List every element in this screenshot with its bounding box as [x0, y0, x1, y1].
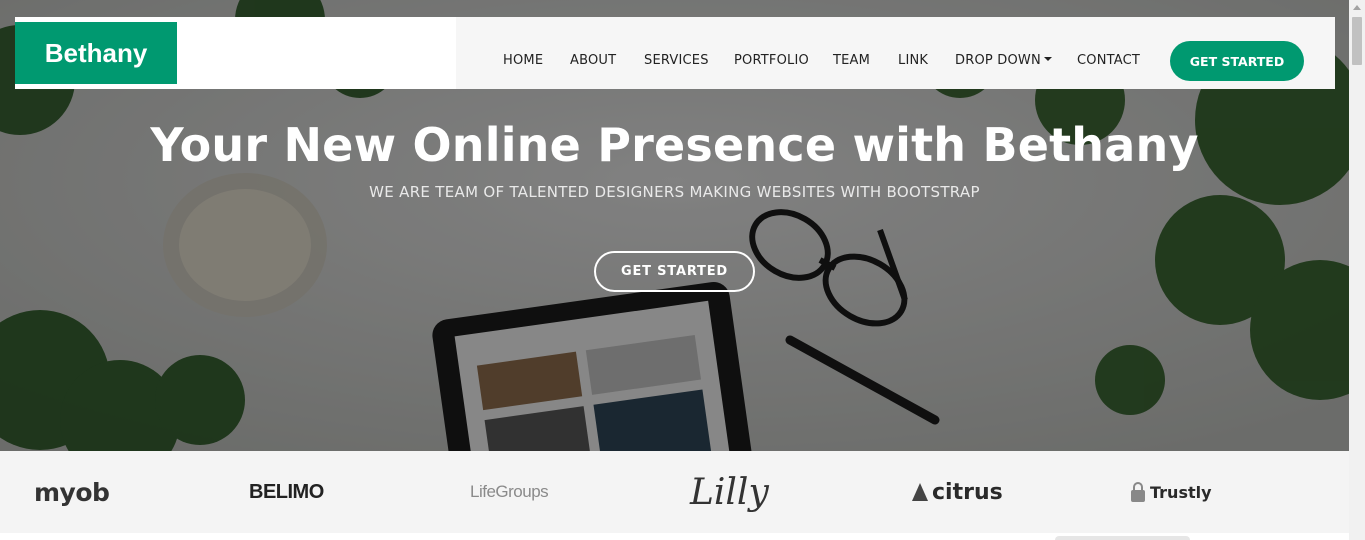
client-name: BELIMO: [249, 480, 324, 503]
client-logo-trustly: Trustly: [1130, 451, 1212, 533]
brand-logo[interactable]: Bethany: [15, 22, 177, 84]
nav-item-team[interactable]: TEAM: [833, 53, 870, 68]
header-get-started-button[interactable]: GET STARTED: [1170, 41, 1304, 81]
site-header: Bethany HOME ABOUT SERVICES PORTFOLIO TE…: [15, 17, 1335, 89]
client-logo-myob: myob: [34, 451, 110, 533]
client-name: Lilly: [690, 471, 769, 513]
nav-item-dropdown[interactable]: DROP DOWN: [955, 53, 1052, 68]
caret-down-icon: [1043, 57, 1052, 61]
lock-icon: [1131, 482, 1145, 502]
nav-item-services[interactable]: SERVICES: [644, 53, 709, 68]
nav-item-about[interactable]: ABOUT: [570, 53, 616, 68]
hero-title: Your New Online Presence with Bethany: [150, 118, 1199, 172]
hero-get-started-button[interactable]: GET STARTED: [594, 251, 755, 292]
client-logo-citrus: citrus: [910, 451, 1003, 533]
nav-item-home[interactable]: HOME: [503, 53, 543, 68]
client-name: LifeGroups: [470, 482, 549, 501]
hero-subtitle: WE ARE TEAM OF TALENTED DESIGNERS MAKING…: [369, 183, 980, 201]
nav-item-contact[interactable]: CONTACT: [1077, 53, 1140, 68]
client-name: myob: [34, 477, 110, 507]
client-logo-lilly: Lilly: [690, 451, 769, 533]
citrus-leaf-icon: [912, 483, 928, 501]
client-logo-belimo: BELIMO: [249, 451, 324, 533]
clients-section: myob BELIMO LifeGroups Lilly citrus Trus…: [0, 451, 1349, 533]
nav-item-link[interactable]: LINK: [898, 53, 928, 68]
nav-item-dropdown-label: DROP DOWN: [955, 53, 1041, 68]
floating-widget-edge: [1055, 536, 1190, 540]
client-name: citrus: [932, 479, 1003, 505]
scrollbar-thumb[interactable]: [1352, 17, 1362, 65]
client-name: Trustly: [1150, 482, 1212, 502]
page-scrollbar[interactable]: [1349, 0, 1365, 540]
client-logo-lifegroups: LifeGroups: [470, 451, 549, 533]
nav-item-portfolio[interactable]: PORTFOLIO: [734, 53, 809, 68]
scroll-up-arrow-icon[interactable]: [1353, 5, 1361, 10]
